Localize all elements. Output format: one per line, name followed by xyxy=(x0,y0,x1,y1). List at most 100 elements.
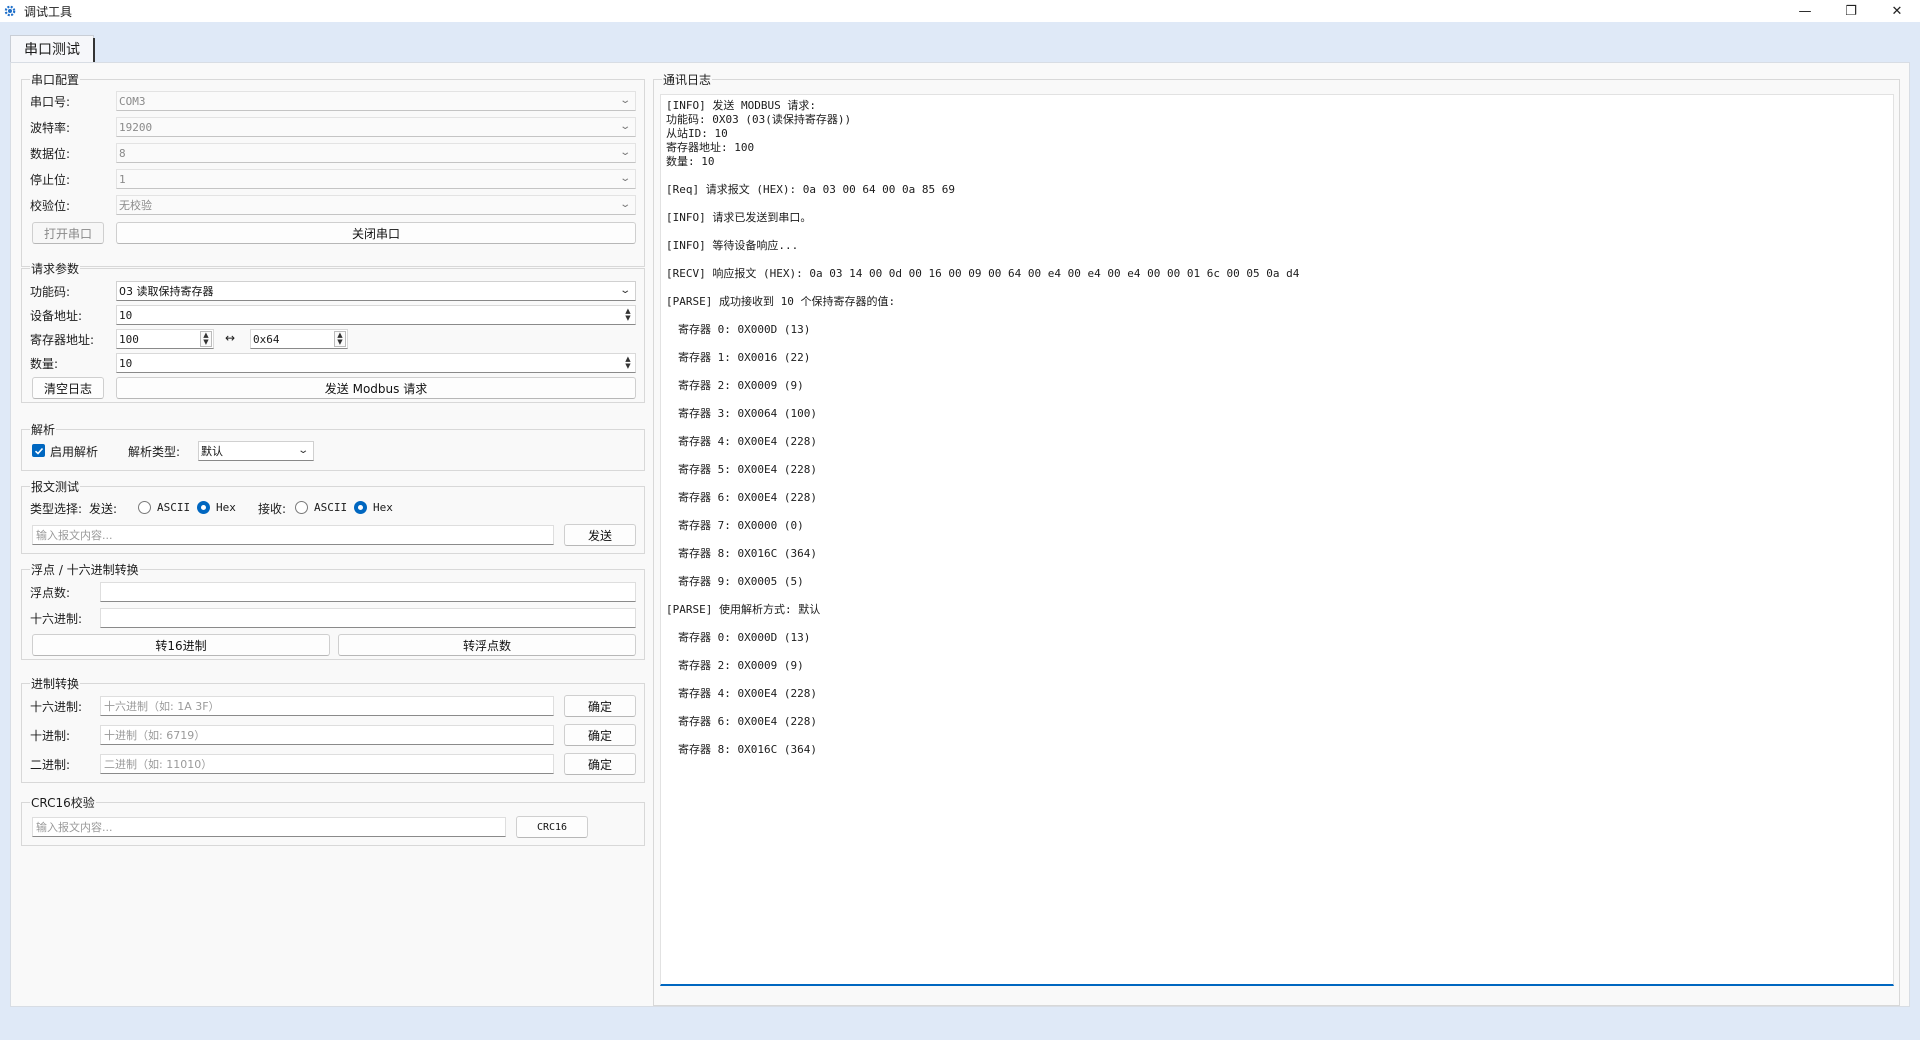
register-address-hex-value: 0x64 xyxy=(253,332,280,346)
register-address-dec-spinbox[interactable]: 100 ▲ ▼ xyxy=(116,329,214,349)
tab-serial-test[interactable]: 串口测试 xyxy=(10,35,95,62)
message-send-button[interactable]: 发送 xyxy=(564,524,636,546)
enable-parse-label: 启用解析 xyxy=(50,445,99,459)
parse-title: 解析 xyxy=(30,421,57,438)
databits-label: 数据位: xyxy=(30,147,71,161)
base-hex-confirm-button[interactable]: 确定 xyxy=(564,695,636,717)
send-modbus-button[interactable]: 发送 Modbus 请求 xyxy=(116,377,636,399)
serial-config-group: 串口配置 串口号: COM3 ⌄ 波特率: 19200 ⌄ 数据位: 8 ⌄ 停… xyxy=(21,71,645,267)
register-address-dec-value: 100 xyxy=(119,332,139,346)
parse-type-value: 默认 xyxy=(201,445,223,458)
spin-arrows-icon[interactable]: ▲ ▼ xyxy=(200,331,212,347)
parity-label: 校验位: xyxy=(30,199,71,213)
to-hex-button[interactable]: 转16进制 xyxy=(32,634,330,656)
spin-arrows-icon[interactable]: ▲ ▼ xyxy=(334,331,346,347)
base-hex-input[interactable]: 十六进制（如: 1A 3F） xyxy=(100,696,554,716)
chevron-down-icon: ⌄ xyxy=(296,445,309,456)
databits-value: 8 xyxy=(119,146,126,160)
close-port-button[interactable]: 关闭串口 xyxy=(116,222,636,244)
float-hex-title: 浮点 / 十六进制转换 xyxy=(30,561,140,578)
log-line: 寄存器 6: 0X00E4 (228) xyxy=(678,491,817,504)
base-convert-group: 进制转换 十六进制: 十六进制（如: 1A 3F） 确定 十进制: 十进制（如:… xyxy=(21,675,645,783)
log-line: 寄存器 2: 0X0009 (9) xyxy=(678,659,804,672)
comm-log-title: 通讯日志 xyxy=(662,71,713,88)
chevron-down-icon: ⌄ xyxy=(618,95,631,106)
parse-type-select[interactable]: 默认 ⌄ xyxy=(198,441,314,461)
float-input[interactable] xyxy=(100,582,636,602)
bidirectional-arrow-icon: ↔ xyxy=(225,331,236,345)
log-line: 寄存器 9: 0X0005 (5) xyxy=(678,575,804,588)
log-line: [PARSE] 成功接收到 10 个保持寄存器的值: xyxy=(666,295,896,308)
device-address-spinbox[interactable]: 10 ▲ ▼ xyxy=(116,305,636,325)
log-line: 寄存器 3: 0X0064 (100) xyxy=(678,407,817,420)
recv-hex-radio[interactable] xyxy=(354,501,367,514)
chevron-down-icon: ⌄ xyxy=(618,285,631,296)
log-line: [Req] 请求报文 (HEX): 0a 03 00 64 00 0a 85 6… xyxy=(666,183,956,196)
parity-select[interactable]: 无校验 ⌄ xyxy=(116,195,636,215)
count-spinbox[interactable]: 10 ▲ ▼ xyxy=(116,353,636,373)
register-address-label: 寄存器地址: xyxy=(30,333,95,347)
function-code-select[interactable]: 03 读取保持寄存器 ⌄ xyxy=(116,281,636,301)
message-input[interactable]: 输入报文内容... xyxy=(32,525,554,545)
clear-log-button[interactable]: 清空日志 xyxy=(32,377,104,399)
hex-label: 十六进制: xyxy=(30,612,83,626)
restore-button[interactable]: ❐ xyxy=(1828,0,1874,22)
base-hex-placeholder: 十六进制（如: 1A 3F） xyxy=(104,700,220,713)
window-title: 调试工具 xyxy=(24,4,73,19)
enable-parse-checkbox[interactable] xyxy=(32,444,45,457)
port-select[interactable]: COM3 ⌄ xyxy=(116,91,636,111)
open-port-button[interactable]: 打开串口 xyxy=(32,222,104,244)
send-hex-radio[interactable] xyxy=(197,501,210,514)
message-test-title: 报文测试 xyxy=(30,478,81,495)
log-lines: [INFO] 发送 MODBUS 请求: 功能码: 0X03 (03(读保持寄存器… xyxy=(666,99,1893,757)
base-convert-title: 进制转换 xyxy=(30,675,81,692)
log-line: 寄存器 5: 0X00E4 (228) xyxy=(678,463,817,476)
crc16-group: CRC16校验 输入报文内容... CRC16 xyxy=(21,794,645,846)
base-bin-input[interactable]: 二进制（如: 11010） xyxy=(100,754,554,774)
hex-input[interactable] xyxy=(100,608,636,628)
message-test-group: 报文测试 类型选择: 发送: ASCII Hex 接收: ASCII Hex 输… xyxy=(21,478,645,554)
crc16-button[interactable]: CRC16 xyxy=(516,816,588,838)
minimize-button[interactable]: — xyxy=(1782,0,1828,22)
base-bin-confirm-button[interactable]: 确定 xyxy=(564,753,636,775)
databits-select[interactable]: 8 ⌄ xyxy=(116,143,636,163)
log-line: 寄存器 0: 0X000D (13) xyxy=(678,631,811,644)
base-bin-label: 二进制: xyxy=(30,758,71,772)
recv-ascii-radio[interactable] xyxy=(295,501,308,514)
spin-arrows-icon[interactable]: ▲ ▼ xyxy=(622,307,634,323)
spin-arrows-icon[interactable]: ▲ ▼ xyxy=(622,355,634,371)
send-ascii-radio[interactable] xyxy=(138,501,151,514)
log-line: [PARSE] 使用解析方式: 默认 xyxy=(666,603,821,616)
tab-label: 串口测试 xyxy=(24,42,80,58)
app-gear-icon xyxy=(2,3,18,19)
stopbits-select[interactable]: 1 ⌄ xyxy=(116,169,636,189)
log-line: [INFO] 请求已发送到串口。 xyxy=(666,211,812,224)
close-button[interactable]: ✕ xyxy=(1874,0,1920,22)
device-address-value: 10 xyxy=(119,308,133,322)
stopbits-value: 1 xyxy=(119,172,126,186)
crc16-input[interactable]: 输入报文内容... xyxy=(32,817,506,837)
crc16-input-placeholder: 输入报文内容... xyxy=(36,821,113,834)
chevron-down-icon: ⌄ xyxy=(618,173,631,184)
base-dec-input[interactable]: 十进制（如: 6719） xyxy=(100,725,554,745)
base-dec-confirm-button[interactable]: 确定 xyxy=(564,724,636,746)
send-hex-label: Hex xyxy=(216,501,236,514)
base-bin-placeholder: 二进制（如: 11010） xyxy=(104,758,213,771)
parse-group: 解析 启用解析 解析类型: 默认 ⌄ xyxy=(21,421,645,471)
register-address-hex-spinbox[interactable]: 0x64 ▲ ▼ xyxy=(250,329,348,349)
log-line: 寄存器 4: 0X00E4 (228) xyxy=(678,435,817,448)
tab-bar: 串口测试 xyxy=(0,22,1920,62)
base-dec-label: 十进制: xyxy=(30,729,71,743)
log-line: 寄存器地址: 100 xyxy=(666,141,755,154)
checkmark-icon xyxy=(34,447,43,455)
base-hex-label: 十六进制: xyxy=(30,700,83,714)
baud-select[interactable]: 19200 ⌄ xyxy=(116,117,636,137)
recv-ascii-label: ASCII xyxy=(314,501,348,514)
to-float-button[interactable]: 转浮点数 xyxy=(338,634,636,656)
function-code-label: 功能码: xyxy=(30,285,71,299)
baud-value: 19200 xyxy=(119,120,153,134)
log-line: 寄存器 4: 0X00E4 (228) xyxy=(678,687,817,700)
chevron-down-icon: ⌄ xyxy=(618,147,631,158)
comm-log-textarea[interactable]: [INFO] 发送 MODBUS 请求: 功能码: 0X03 (03(读保持寄存器… xyxy=(660,94,1894,986)
port-label: 串口号: xyxy=(30,95,71,109)
